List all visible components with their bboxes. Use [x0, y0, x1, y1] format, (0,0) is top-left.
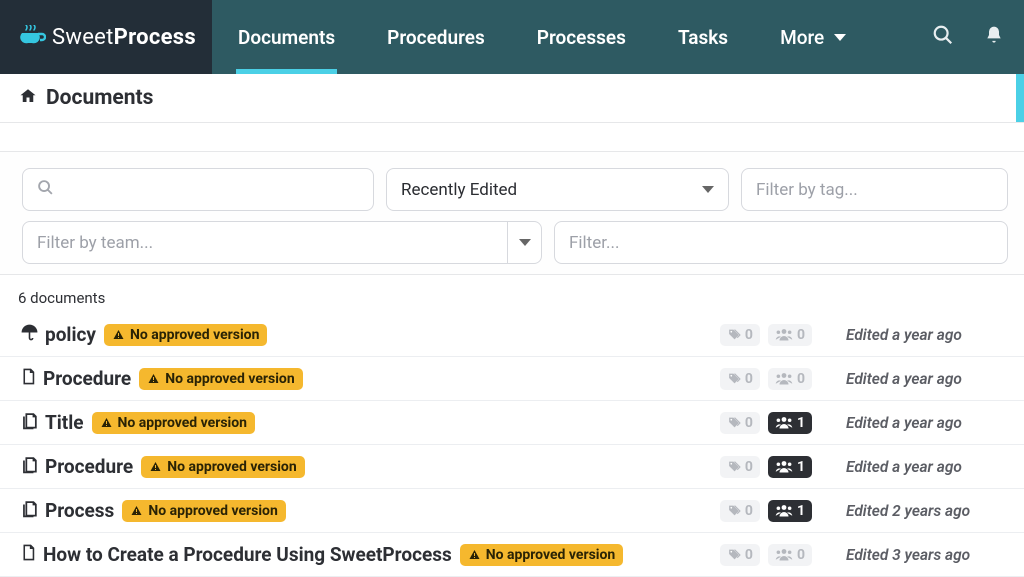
- doc-type-icon: [20, 543, 37, 566]
- bell-icon[interactable]: [984, 24, 1004, 50]
- brand-logo[interactable]: SweetProcess: [0, 0, 212, 74]
- edited-time: Edited a year ago: [846, 414, 1006, 432]
- filter-panel: Recently Edited Filter by tag... Filter …: [0, 151, 1024, 275]
- sort-value: Recently Edited: [401, 180, 517, 200]
- chevron-down-icon: [834, 34, 846, 41]
- edited-time: Edited 3 years ago: [846, 546, 1006, 564]
- home-icon: [18, 87, 38, 109]
- status-badge: No approved version: [139, 368, 302, 390]
- document-row[interactable]: How to Create a Procedure Using SweetPro…: [0, 533, 1024, 577]
- row-stats: 01: [677, 412, 812, 434]
- doc-type-icon: [20, 367, 37, 390]
- document-row[interactable]: Title No approved version 01 Edited a year …: [0, 401, 1024, 445]
- tag-count: 0: [720, 456, 760, 478]
- nav-documents[interactable]: Documents: [212, 0, 361, 74]
- doc-type-icon: [20, 411, 39, 434]
- team-placeholder: Filter by team...: [37, 233, 153, 253]
- document-count: 6 documents: [0, 275, 1024, 313]
- edited-time: Edited a year ago: [846, 370, 1006, 388]
- document-row[interactable]: Procedure No approved version 00 Edited a y…: [0, 357, 1024, 401]
- row-stats: 00: [677, 368, 812, 390]
- tag-count: 0: [720, 368, 760, 390]
- row-stats: 00: [677, 544, 812, 566]
- row-stats: 00: [677, 324, 812, 346]
- status-badge: No approved version: [460, 544, 623, 566]
- page-title: Documents: [46, 86, 153, 110]
- nav-procedures[interactable]: Procedures: [361, 0, 511, 74]
- edited-time: Edited a year ago: [846, 458, 1006, 476]
- nav-more[interactable]: More: [754, 0, 872, 74]
- document-list: policyNo approved version00Edited a year…: [0, 313, 1024, 577]
- row-stats: 01: [677, 500, 812, 522]
- brand-text: SweetProcess: [52, 25, 196, 50]
- status-badge: No approved version: [92, 412, 255, 434]
- document-name: Procedure: [43, 367, 131, 390]
- app-header: SweetProcess Documents Procedures Proces…: [0, 0, 1024, 74]
- doc-type-icon: [20, 499, 39, 522]
- document-row[interactable]: Process No approved version 01 Edited 2 yea…: [0, 489, 1024, 533]
- document-row[interactable]: Procedure No approved version 01 Edited a y…: [0, 445, 1024, 489]
- cup-icon: [20, 25, 46, 49]
- generic-filter-input[interactable]: Filter...: [554, 221, 1008, 264]
- user-count: 1: [768, 412, 812, 434]
- status-badge: No approved version: [122, 500, 285, 522]
- tag-count: 0: [720, 412, 760, 434]
- edited-time: Edited 2 years ago: [846, 502, 1006, 520]
- tag-count: 0: [720, 500, 760, 522]
- edited-time: Edited a year ago: [846, 326, 1006, 344]
- tag-placeholder: Filter by tag...: [756, 180, 858, 200]
- status-badge: No approved version: [104, 324, 267, 346]
- search-input[interactable]: [22, 168, 374, 211]
- document-name: policy: [45, 323, 96, 346]
- page-accent: [1016, 74, 1024, 122]
- document-name: Process: [45, 499, 114, 522]
- doc-type-icon: [20, 323, 39, 346]
- user-count: 1: [768, 500, 812, 522]
- nav-processes[interactable]: Processes: [511, 0, 652, 74]
- row-stats: 01: [677, 456, 812, 478]
- user-count: 0: [768, 368, 812, 390]
- team-filter-select[interactable]: Filter by team...: [22, 221, 542, 264]
- sort-select[interactable]: Recently Edited: [386, 168, 729, 211]
- tag-count: 0: [720, 324, 760, 346]
- filter-placeholder: Filter...: [569, 233, 619, 253]
- tag-filter-input[interactable]: Filter by tag...: [741, 168, 1008, 211]
- chevron-down-icon: [519, 239, 531, 246]
- document-name: Title: [45, 411, 84, 434]
- document-name: How to Create a Procedure Using SweetPro…: [43, 543, 452, 566]
- document-row[interactable]: policy No approved version 00 Edited a year…: [0, 313, 1024, 357]
- user-count: 0: [768, 544, 812, 566]
- search-icon: [37, 179, 54, 201]
- status-badge: No approved version: [141, 456, 304, 478]
- search-icon[interactable]: [932, 24, 954, 50]
- page-heading-bar: Documents: [0, 74, 1024, 123]
- nav-tasks[interactable]: Tasks: [652, 0, 754, 74]
- user-count: 0: [768, 324, 812, 346]
- chevron-down-icon: [702, 186, 714, 193]
- document-name: Procedure: [45, 455, 133, 478]
- top-nav: Documents Procedures Processes Tasks Mor…: [212, 0, 1024, 74]
- tag-count: 0: [720, 544, 760, 566]
- doc-type-icon: [20, 455, 39, 478]
- user-count: 1: [768, 456, 812, 478]
